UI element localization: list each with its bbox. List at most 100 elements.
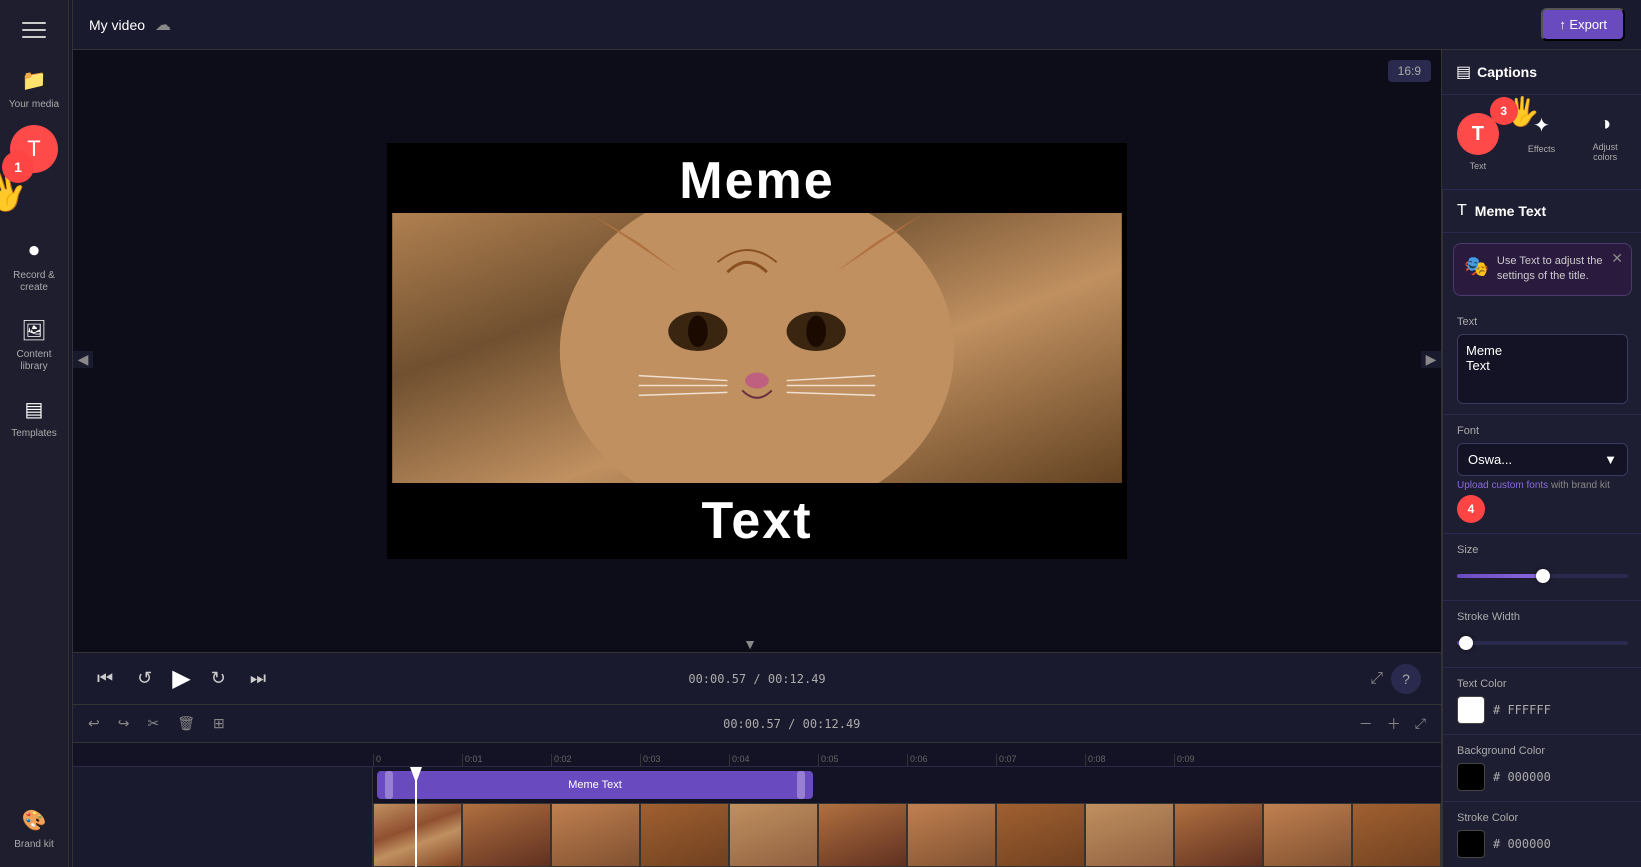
fullscreen-button[interactable]: ⤢	[1370, 664, 1383, 694]
time-display: 00:00.57 / 00:12.49	[688, 672, 825, 686]
props-tooltip: 🎭 Use Text to adjust the settings of the…	[1453, 243, 1632, 296]
annotation-4: 4	[1457, 495, 1485, 523]
tooltip-close-button[interactable]: ✕	[1611, 250, 1623, 267]
right-icon-text[interactable]: T Text 3 🖐	[1446, 105, 1510, 179]
stroke-slider-thumb[interactable]	[1459, 636, 1473, 650]
video-thumb-8	[996, 803, 1085, 867]
stroke-color-swatch[interactable]	[1457, 830, 1485, 858]
props-text-icon: T	[1457, 202, 1467, 220]
rewind-button[interactable]: ↺	[133, 664, 156, 693]
video-track-row	[73, 803, 1441, 867]
text-color-row: # FFFFFF	[1457, 696, 1628, 724]
size-slider-fill	[1457, 574, 1543, 578]
sidebar-item-record[interactable]: ⏺ Record & create	[0, 229, 68, 300]
props-size-label: Size	[1457, 544, 1628, 556]
props-text-section: Text Meme Text	[1443, 306, 1641, 415]
props-text-input[interactable]: Meme Text	[1457, 334, 1628, 404]
fit-timeline-button[interactable]: ⤢	[1410, 712, 1431, 735]
video-thumb-2	[462, 803, 551, 867]
zoom-in-button[interactable]: ＋	[1382, 711, 1406, 737]
redo-button[interactable]: ↪	[113, 712, 135, 735]
skip-back-button[interactable]: ⏮	[93, 664, 117, 693]
video-track-playhead	[415, 803, 417, 867]
video-thumb-7	[907, 803, 996, 867]
stroke-color-hex: # 000000	[1493, 837, 1551, 851]
record-icon: ⏺	[18, 235, 50, 267]
upload-fonts-link[interactable]: Upload custom fonts with brand kit	[1457, 480, 1628, 491]
stroke-slider-track[interactable]	[1457, 641, 1628, 645]
top-bar-right: ↑ Export	[1541, 8, 1625, 41]
cloud-icon: ☁	[155, 15, 171, 35]
text-tool-right-icon: T	[1457, 113, 1499, 155]
props-bg-color-section: Background Color # 000000	[1443, 735, 1641, 802]
bg-color-hex: # 000000	[1493, 770, 1551, 784]
zoom-controls: － ＋ ⤢	[1354, 711, 1431, 737]
props-text-label: Text	[1457, 316, 1628, 328]
props-panel-header: T Meme Text	[1443, 190, 1641, 233]
props-panel-title: Meme Text	[1475, 203, 1546, 219]
sidebar-item-templates[interactable]: ▤ Templates	[0, 387, 68, 446]
track-content-meme-text: Meme Text	[373, 767, 1441, 803]
video-title: My video	[89, 17, 145, 33]
sidebar-item-your-media[interactable]: 📁 Your media	[0, 58, 68, 117]
ruler-mark-5: 0:05	[818, 754, 907, 766]
panel-collapse-left[interactable]: ◀	[73, 351, 93, 368]
cat-image-area	[387, 213, 1127, 489]
stroke-color-row: # 000000	[1457, 830, 1628, 858]
size-slider-track[interactable]	[1457, 574, 1628, 578]
split-button[interactable]: ⊞	[208, 712, 230, 735]
delete-button[interactable]: 🗑	[172, 712, 200, 735]
playhead[interactable]	[415, 767, 417, 803]
hand-cursor-1: 🖐	[0, 165, 33, 220]
sidebar-item-brand-kit[interactable]: 🎨 Brand kit	[0, 798, 68, 857]
cut-button[interactable]: ✂	[142, 712, 164, 735]
bg-color-swatch[interactable]	[1457, 763, 1485, 791]
templates-icon: ▤	[18, 393, 50, 425]
font-selector[interactable]: Oswa... ▼	[1457, 443, 1628, 476]
forward-button[interactable]: ↻	[207, 664, 230, 693]
video-thumb-11	[1263, 803, 1352, 867]
ruler-marks: 0 0:01 0:02 0:03 0:04 0:05 0:06 0:07 0:0…	[373, 754, 1263, 766]
props-stroke-width-label: Stroke Width	[1457, 611, 1628, 623]
zoom-out-button[interactable]: －	[1354, 711, 1378, 737]
video-area-wrapper: ◀ Meme	[73, 50, 1441, 652]
undo-button[interactable]: ↩	[83, 712, 105, 735]
props-panel: T Meme Text 🎭 Use Text to adjust the set…	[1442, 190, 1641, 867]
font-dropdown-icon: ▼	[1604, 452, 1617, 467]
panel-expand-right[interactable]: ▶	[1421, 351, 1441, 368]
meme-text-track-row: Meme Text	[73, 767, 1441, 803]
ruler-mark-2: 0:02	[551, 754, 640, 766]
sidebar-label-your-media: Your media	[9, 99, 59, 111]
clip-handle-left[interactable]	[385, 771, 393, 799]
meme-text-clip[interactable]: Meme Text	[377, 771, 813, 799]
export-button[interactable]: ↑ Export	[1541, 8, 1625, 41]
timeline-tracks: Meme Text	[73, 767, 1441, 867]
ruler-mark-3: 0:03	[640, 754, 729, 766]
meme-top-text: Meme	[387, 143, 1127, 219]
captions-right-panel: ▤ Captions T Text 3 🖐 ✦ Effects ◑	[1441, 50, 1641, 867]
hamburger-menu[interactable]	[14, 10, 54, 50]
sidebar-item-content-library[interactable]: 🖼 Contentlibrary	[0, 308, 68, 379]
clip-handle-right[interactable]	[797, 771, 805, 799]
text-tool-icon: T	[10, 125, 58, 173]
timeline-time-display: 00:00.57 / 00:12.49	[723, 717, 860, 731]
play-button[interactable]: ▶	[172, 664, 190, 693]
sidebar-item-text-tool[interactable]: T 1 🖐	[0, 125, 68, 173]
annotation-4-container: 4	[1457, 491, 1485, 523]
help-button[interactable]: ?	[1391, 664, 1421, 694]
clip-label: Meme Text	[393, 779, 797, 791]
timeline-toolbar: ↩ ↪ ✂ 🗑 ⊞ 00:00.57 / 00:12.49 － ＋ ⤢	[73, 705, 1441, 743]
ruler-mark-4: 0:04	[729, 754, 818, 766]
text-color-swatch[interactable]	[1457, 696, 1485, 724]
video-thumb-5	[729, 803, 818, 867]
video-thumb-1	[373, 803, 462, 867]
ruler-mark-7: 0:07	[996, 754, 1085, 766]
video-thumb-6	[818, 803, 907, 867]
right-icon-adjust-colors[interactable]: ◑ Adjustcolors	[1573, 105, 1637, 179]
media-icon: 📁	[18, 64, 50, 96]
size-slider-thumb[interactable]	[1536, 569, 1550, 583]
preview-area: Meme	[73, 50, 1441, 652]
skip-forward-button[interactable]: ⏭	[246, 664, 270, 693]
props-font-section: Font Oswa... ▼ Upload custom fonts with …	[1443, 415, 1641, 534]
captions-icon: ▤	[1456, 62, 1471, 82]
